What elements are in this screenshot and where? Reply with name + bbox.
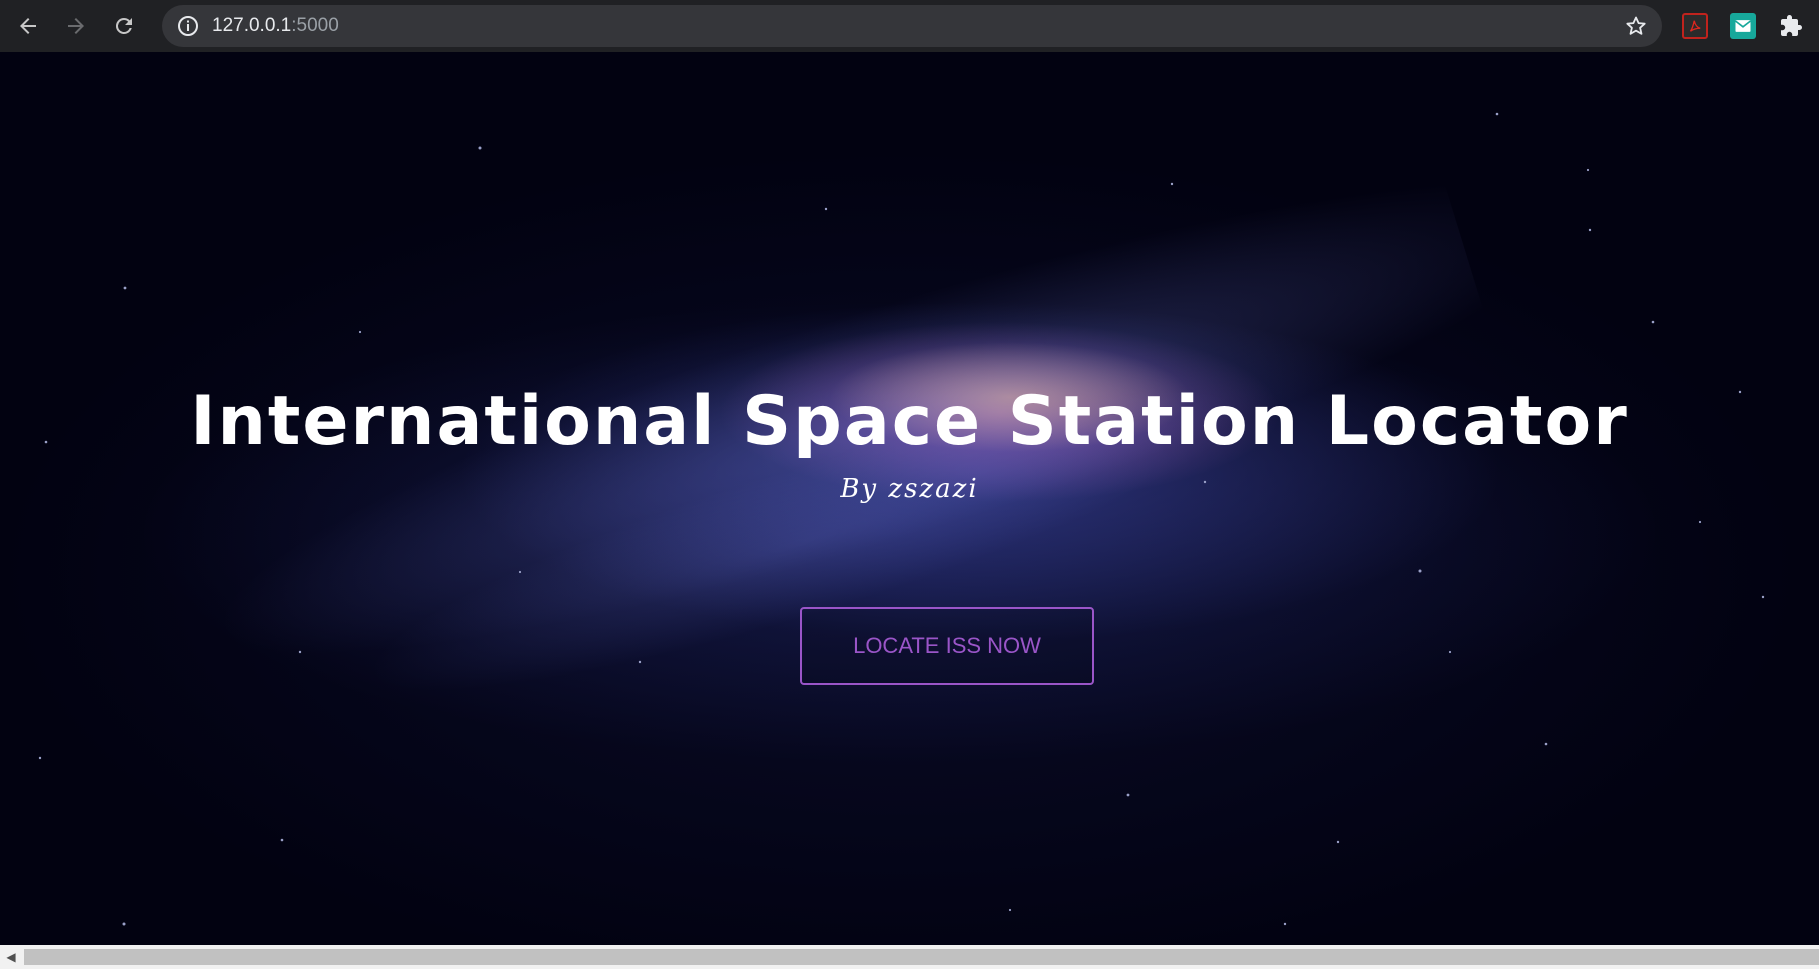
page-viewport: International Space Station Locator By z… [0,52,1819,945]
page-title: International Space Station Locator [190,382,1629,461]
extensions-button[interactable] [1778,13,1804,39]
url-port: :5000 [291,15,339,36]
forward-arrow-icon [68,18,84,34]
mail-extension-button[interactable] [1730,13,1756,39]
horizontal-scrollbar[interactable]: ◀ [0,945,1819,969]
address-bar[interactable]: 127.0.0.1:5000 [162,5,1662,47]
url-host: 127.0.0.1 [212,15,292,36]
locate-iss-button[interactable]: LOCATE ISS NOW [800,607,1094,685]
scrollbar-thumb[interactable] [24,949,1819,965]
back-arrow-icon [20,18,36,34]
info-icon[interactable] [176,14,200,38]
reload-icon [115,17,132,34]
back-button[interactable] [8,6,48,46]
puzzle-icon [1781,15,1802,36]
adobe-acrobat-icon [1689,20,1701,32]
mail-extension-icon [1734,20,1752,32]
browser-toolbar: 127.0.0.1:5000 [0,0,1819,52]
scroll-left-icon[interactable]: ◀ [0,945,22,969]
hero-section: International Space Station Locator By z… [0,52,1819,945]
pdf-extension-button[interactable] [1682,13,1708,39]
star-icon[interactable] [1624,14,1648,38]
forward-button[interactable] [56,6,96,46]
author-subtitle: By zszazi [840,474,979,504]
reload-button[interactable] [104,6,144,46]
